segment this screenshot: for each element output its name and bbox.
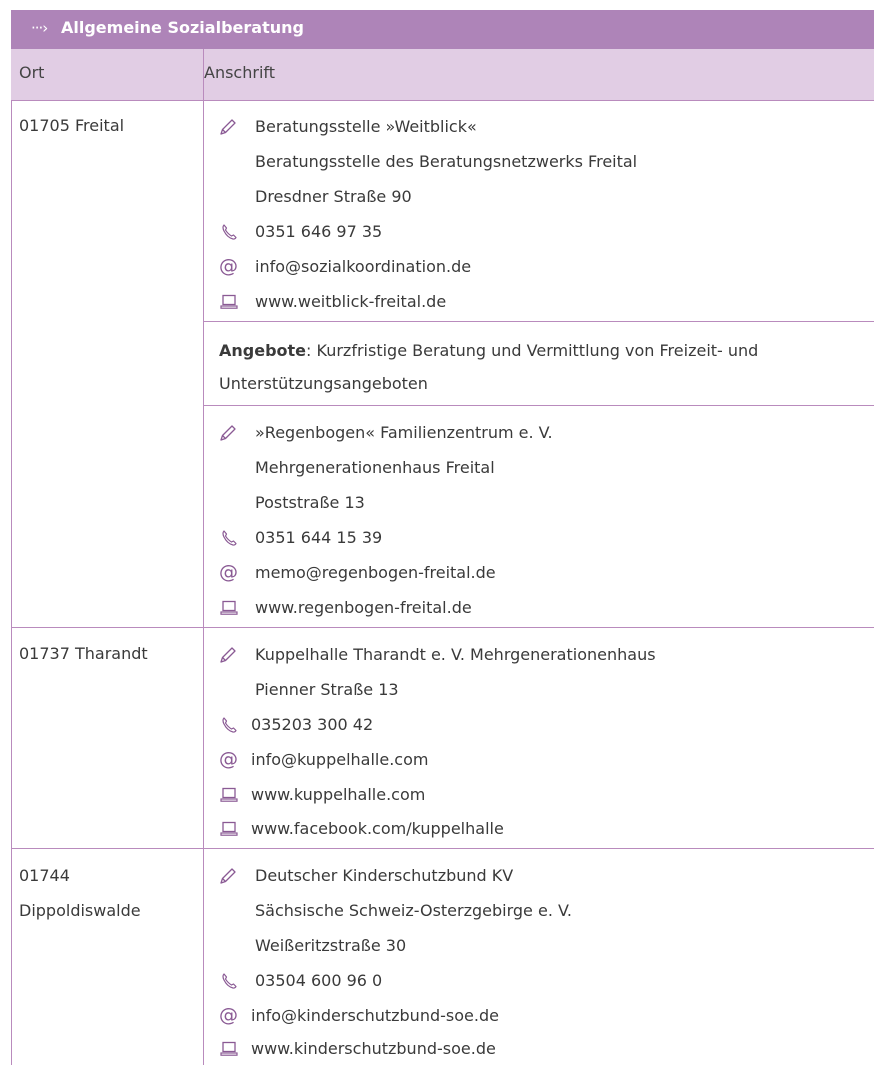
entry-website[interactable]: www.weitblick-freital.de — [255, 292, 446, 312]
entry-name: Beratungsstelle »Weitblick« — [255, 117, 477, 136]
sub-row-divider — [203, 321, 874, 322]
ort-cell-continued: Dippoldiswalde — [19, 901, 141, 920]
ort-cell: 01737 Tharandt — [19, 644, 148, 663]
laptop-icon — [219, 292, 239, 312]
column-divider — [203, 49, 204, 1065]
table-page: ···› Allgemeine Sozialberatung Ort Ansch… — [0, 0, 874, 1065]
entry-phone: 03504 600 96 0 — [255, 971, 383, 990]
pencil-icon — [218, 645, 238, 665]
phone-icon — [219, 222, 239, 242]
laptop-icon — [219, 598, 239, 618]
entry-phone: 0351 644 15 39 — [255, 528, 383, 547]
row-divider — [11, 848, 874, 849]
entry-name: Deutscher Kinderschutzbund KV — [255, 866, 514, 885]
entry-email[interactable]: info@kuppelhalle.com — [251, 750, 428, 770]
entry-email[interactable]: info@sozialkoordination.de — [255, 257, 471, 277]
angebote-text-continued: Unterstützungsangeboten — [219, 374, 428, 393]
at-icon: @ — [219, 1004, 238, 1026]
entry-phone: 0351 646 97 35 — [255, 222, 383, 241]
entry-website[interactable]: www.facebook.com/kuppelhalle — [251, 819, 504, 839]
phone-icon — [219, 715, 239, 735]
entry-phone: 035203 300 42 — [251, 715, 374, 734]
entry-email[interactable]: memo@regenbogen-freital.de — [255, 563, 496, 583]
angebote-text: : Kurzfristige Beratung und Vermittlung … — [306, 341, 759, 360]
sub-row-divider — [203, 405, 874, 406]
entry-address-line: Pienner Straße 13 — [255, 680, 399, 699]
pencil-icon — [218, 866, 238, 886]
entry-email[interactable]: info@kinderschutzbund-soe.de — [251, 1006, 499, 1026]
angebote-label: Angebote — [219, 341, 307, 360]
laptop-icon — [219, 819, 239, 839]
section-header: ···› Allgemeine Sozialberatung — [11, 10, 874, 49]
table-border-left — [11, 100, 12, 1065]
ort-cell: 01705 Freital — [19, 116, 125, 135]
entry-address-line: Dresdner Straße 90 — [255, 187, 412, 206]
column-header-ort: Ort — [19, 63, 45, 82]
laptop-icon — [219, 1039, 239, 1059]
entry-website[interactable]: www.kuppelhalle.com — [251, 785, 425, 805]
entry-website[interactable]: www.kinderschutzbund-soe.de — [251, 1039, 496, 1059]
row-divider — [11, 100, 874, 101]
laptop-icon — [219, 785, 239, 805]
entry-address-line: Sächsische Schweiz-Osterzgebirge e. V. — [255, 901, 572, 920]
column-header-row: Ort Anschrift — [11, 49, 874, 100]
entry-address-line: Poststraße 13 — [255, 493, 365, 512]
at-icon: @ — [219, 255, 238, 277]
at-icon: @ — [219, 561, 238, 583]
phone-icon — [219, 528, 239, 548]
ort-cell: 01744 — [19, 866, 70, 885]
entry-address-line: Weißeritzstraße 30 — [255, 936, 407, 955]
entry-address-line: Mehrgenerationenhaus Freital — [255, 458, 495, 477]
pencil-icon — [218, 423, 238, 443]
column-header-anschrift: Anschrift — [204, 63, 276, 82]
section-title: Allgemeine Sozialberatung — [61, 18, 304, 37]
at-icon: @ — [219, 748, 238, 770]
phone-icon — [219, 971, 239, 991]
angebote-line: Angebote: Kurzfristige Beratung und Verm… — [219, 341, 758, 361]
pencil-icon — [218, 117, 238, 137]
row-divider — [11, 627, 874, 628]
entry-address-line: Beratungsstelle des Beratungsnetzwerks F… — [255, 152, 638, 171]
entry-website[interactable]: www.regenbogen-freital.de — [255, 598, 472, 618]
entry-name: Kuppelhalle Tharandt e. V. Mehrgeneratio… — [255, 645, 656, 664]
arrow-icon: ···› — [31, 19, 48, 37]
entry-name: »Regenbogen« Familienzentrum e. V. — [255, 423, 553, 442]
